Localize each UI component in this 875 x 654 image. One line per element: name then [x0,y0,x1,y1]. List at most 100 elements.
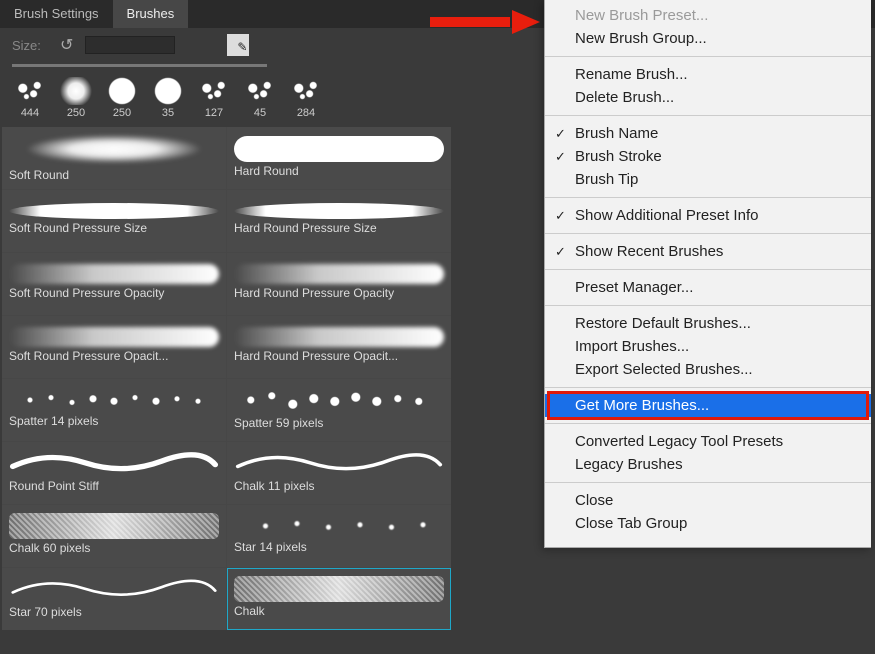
brush-preset[interactable]: Round Point Stiff [2,442,226,504]
size-slider[interactable] [12,64,267,67]
brush-swatch-icon [58,77,94,105]
menu-item-label: Converted Legacy Tool Presets [575,433,783,450]
tab-brush-settings[interactable]: Brush Settings [0,0,113,28]
menu-item-label: Show Additional Preset Info [575,207,758,224]
brush-preset[interactable]: Hard Round Pressure Opacity [227,253,451,315]
menu-item[interactable]: Preset Manager... [545,276,871,299]
menu-item[interactable]: Import Brushes... [545,335,871,358]
recent-brush-thumb[interactable]: 127 [194,77,234,119]
reset-size-icon[interactable]: ↺ [60,35,73,55]
menu-item[interactable]: ✓ Brush Name [545,122,871,145]
brush-preset-label: Chalk [234,604,444,618]
brush-edit-icon[interactable] [227,34,249,56]
recent-brush-size: 284 [297,107,315,119]
size-label: Size: [12,38,48,53]
menu-item-label: Legacy Brushes [575,456,683,473]
menu-item[interactable]: Legacy Brushes [545,453,871,476]
menu-item[interactable]: Export Selected Brushes... [545,358,871,381]
menu-item[interactable]: Delete Brush... [545,86,871,109]
menu-item[interactable]: Close [545,489,871,512]
menu-item[interactable]: Converted Legacy Tool Presets [545,430,871,453]
menu-item[interactable]: Restore Default Brushes... [545,312,871,335]
brush-preset-label: Star 14 pixels [234,540,444,554]
menu-item[interactable]: Close Tab Group [545,512,871,535]
brush-preset[interactable]: Star 70 pixels [2,568,226,630]
size-input[interactable] [85,36,175,54]
brush-stroke-preview [234,386,444,414]
recent-brush-thumb[interactable]: 250 [56,77,96,119]
recent-brush-thumb[interactable]: 444 [10,77,50,119]
menu-item-label: Export Selected Brushes... [575,361,753,378]
brush-preset[interactable]: Chalk 60 pixels [2,505,226,567]
brush-stroke-preview [234,514,444,538]
menu-separator [545,482,871,483]
brush-preset[interactable]: Hard Round Pressure Opacit... [227,316,451,378]
menu-item-label: Restore Default Brushes... [575,315,751,332]
brush-preset[interactable]: Soft Round [2,127,226,189]
recent-brush-size: 45 [254,107,266,119]
brush-preset-label: Round Point Stiff [9,479,219,493]
menu-separator [545,305,871,306]
check-icon: ✓ [555,244,566,260]
menu-separator [545,115,871,116]
menu-item[interactable]: New Brush Group... [545,27,871,50]
brush-swatch-icon [12,77,48,105]
brush-preset[interactable]: Spatter 59 pixels [227,379,451,441]
brush-preset[interactable]: Hard Round [227,127,451,189]
brush-swatch-icon [196,77,232,105]
menu-item[interactable]: ✓Show Recent Brushes [545,240,871,263]
menu-item-label: New Brush Group... [575,30,707,47]
check-icon: ✓ [555,126,566,142]
brush-preset-label: Spatter 14 pixels [9,414,219,428]
brush-preset[interactable]: Chalk [227,568,451,630]
brush-stroke-preview [234,203,444,219]
brush-preset-label: Soft Round Pressure Size [9,221,219,235]
menu-item[interactable]: ✓ Brush Stroke [545,145,871,168]
menu-separator [545,233,871,234]
recent-brush-thumb[interactable]: 250 [102,77,142,119]
brush-preset-label: Soft Round Pressure Opacit... [9,349,219,363]
brush-stroke-preview [9,447,219,477]
brush-swatch-icon [150,77,186,105]
brushes-flyout-menu: New Brush Preset... New Brush Group... Ren… [544,0,871,548]
check-icon: ✓ [555,208,566,224]
recent-brush-size: 250 [67,107,85,119]
brush-preset[interactable]: Soft Round Pressure Opacity [2,253,226,315]
check-icon: ✓ [555,149,566,165]
brush-stroke-preview [9,264,219,284]
brush-preset-label: Chalk 11 pixels [234,479,444,493]
menu-item[interactable]: Brush Tip [545,168,871,191]
menu-item: New Brush Preset... [545,4,871,27]
brush-swatch-icon [288,77,324,105]
menu-item[interactable]: Rename Brush... [545,63,871,86]
brush-preset[interactable]: Hard Round Pressure Size [227,190,451,252]
brush-stroke-preview [9,573,219,603]
recent-brush-thumb[interactable]: 45 [240,77,280,119]
brush-preset[interactable]: Spatter 14 pixels [2,379,226,441]
recent-brush-thumb[interactable]: 284 [286,77,326,119]
brush-preset[interactable]: Soft Round Pressure Size [2,190,226,252]
recent-brush-thumb[interactable]: 35 [148,77,188,119]
brush-preset-label: Hard Round Pressure Opacit... [234,349,444,363]
menu-item[interactable]: ✓ Show Additional Preset Info [545,204,871,227]
menu-separator [545,387,871,388]
brush-preset-label: Star 70 pixels [9,605,219,619]
menu-item-label: Rename Brush... [575,66,688,83]
brush-stroke-preview [9,132,219,166]
brush-stroke-preview [9,513,219,539]
brush-preset[interactable]: Soft Round Pressure Opacit... [2,316,226,378]
menu-item-label: Import Brushes... [575,338,689,355]
tab-brushes[interactable]: Brushes [113,0,189,28]
brush-preset-label: Hard Round Pressure Size [234,221,444,235]
recent-brush-size: 250 [113,107,131,119]
brush-preset[interactable]: Chalk 11 pixels [227,442,451,504]
brush-preset-label: Spatter 59 pixels [234,416,444,430]
menu-separator [545,197,871,198]
brush-preset[interactable]: Star 14 pixels [227,505,451,567]
menu-item-label: Brush Stroke [575,148,662,165]
menu-item[interactable]: Get More Brushes... [545,394,871,417]
menu-item-label: Brush Name [575,125,658,142]
recent-brush-size: 444 [21,107,39,119]
brush-preset-label: Chalk 60 pixels [9,541,219,555]
menu-item-label: Brush Tip [575,171,638,188]
